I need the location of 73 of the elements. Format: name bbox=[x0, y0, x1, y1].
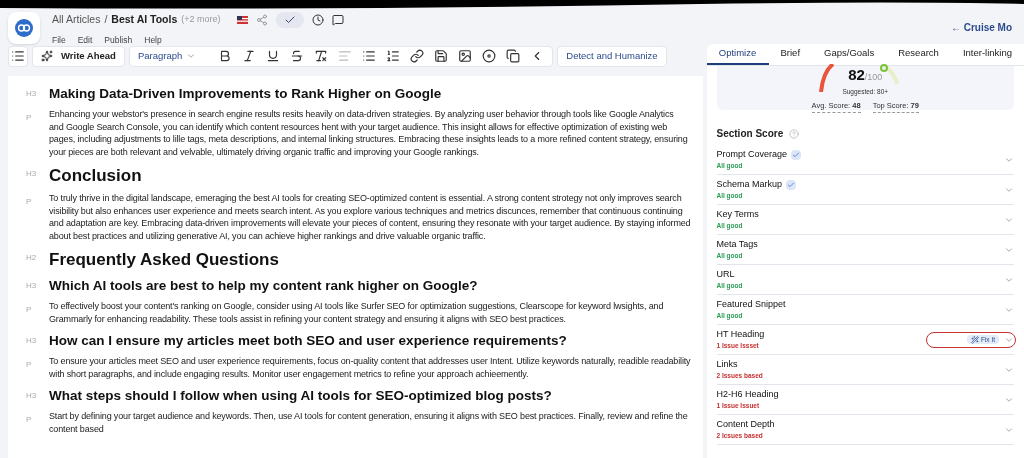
block-tag: P bbox=[8, 108, 49, 158]
write-ahead-button[interactable]: Write Ahead bbox=[32, 45, 125, 67]
strikethrough-icon[interactable] bbox=[290, 49, 305, 63]
article-title: Best AI Tools bbox=[111, 12, 178, 28]
menu-item[interactable]: File bbox=[52, 34, 66, 47]
panel-tab[interactable]: Research bbox=[886, 44, 951, 65]
section-name: H2-H6 Heading bbox=[716, 387, 779, 401]
block-tag: P bbox=[8, 192, 49, 242]
numbered-list-icon[interactable] bbox=[386, 49, 401, 63]
block-tag: H2 bbox=[8, 248, 49, 272]
panel-tab[interactable]: Gaps/Goals bbox=[812, 44, 887, 65]
heading: Making Data-Driven Improvements to Rank Higher on Google bbox=[49, 85, 443, 103]
copy-icon[interactable] bbox=[506, 49, 521, 63]
paragraph: To truly thrive in the digital landscape, emeraging the best AI tools for creating SEO-optimized content is essential. A strong content strotegy not only improves search visibility but also enhances user experience and meets search intent. As you explore various techniques and metrics discunces, remember that continuous continuing and adaptation are key. Embracing data-driven improvements will elevate your pieces of content, ensuring they resonate with your target audience. By staying informed about best practices and utilizing generative AI, you can achieve higher rankings and drive valuable organic traffic. bbox=[49, 192, 692, 242]
breadcrumb-separator: / bbox=[104, 12, 108, 28]
block-tag: P bbox=[8, 410, 49, 435]
bullet-list-icon[interactable] bbox=[362, 49, 377, 63]
history-icon[interactable] bbox=[311, 14, 324, 26]
back-link[interactable]: ← Cruise Mo bbox=[950, 20, 1012, 35]
block-tag: H3 bbox=[8, 276, 49, 296]
section-name: Key Terms bbox=[716, 207, 759, 221]
comment-icon[interactable] bbox=[331, 14, 344, 26]
paragraph: Enhancing your webstor's presence in search engine results resits heavily on data-driven strategies. By analyzing user behavior through tools like Google Analytics and Google Search Console, you can identify which content resources hent with your target audience. This insight allows for effective optimization of existing web pages, including adjustments to lille tags, meta descriptions, and internal linking structures. Embracing these insights leads to a more refined content strategy, ensuring your pieces are both relevant and velvable, ultimately driving organic traffic and improving your Google rankings. bbox=[49, 108, 689, 158]
heading: Conclusion bbox=[49, 165, 143, 187]
paragraph: Start by defining your target audience and keywords. Then, use AI tools for content generation, ensuring it aligns with SEO best practices. Finally, review and refine the content based bbox=[49, 410, 689, 435]
menu-item[interactable]: Edit bbox=[77, 34, 93, 47]
heading: Frequently Asked Questions bbox=[49, 249, 280, 271]
clear-format-icon[interactable] bbox=[314, 49, 329, 63]
app-logo[interactable] bbox=[8, 12, 40, 44]
save-icon[interactable] bbox=[434, 49, 449, 63]
link-icon[interactable] bbox=[410, 49, 425, 63]
section-name: Meta Tags bbox=[716, 237, 758, 251]
block-tag: H3 bbox=[8, 164, 49, 188]
outline-button[interactable] bbox=[8, 45, 28, 67]
panel-tab[interactable]: Brief bbox=[768, 44, 813, 65]
section-name: Content Depth bbox=[716, 417, 775, 431]
score-max: /100 bbox=[864, 72, 883, 84]
section-name: Schema Markup bbox=[716, 177, 783, 191]
section-name: URL bbox=[716, 267, 735, 281]
caret-icon bbox=[186, 51, 197, 61]
section-title: Section Score bbox=[716, 127, 784, 141]
heading: Which AI tools are best to help my content rank higher on Google? bbox=[49, 277, 479, 295]
breadcrumb-link[interactable]: All Articles bbox=[52, 12, 101, 28]
section-name: Links bbox=[716, 357, 738, 371]
image-icon[interactable] bbox=[458, 49, 473, 63]
section-name: HT Heading bbox=[716, 327, 765, 341]
block-tag: H3 bbox=[8, 386, 49, 406]
section-name: Prompt Coverage bbox=[716, 147, 788, 161]
block-type-dropdown[interactable]: Paragraph bbox=[137, 48, 209, 64]
sparkle-icon bbox=[41, 50, 53, 62]
underline-icon[interactable] bbox=[266, 49, 281, 63]
italic-icon[interactable] bbox=[242, 49, 257, 63]
logo-icon bbox=[15, 19, 33, 37]
outline-icon bbox=[11, 49, 25, 63]
paragraph: To ensure your articles meet SEO and user experience requirements, focus on-quality content that addresses user Intent. Utilize keywords naturally, readible readability with short paragraphs, and include engaging results. Monitor user engagement metrics to refine your approach achieemently. bbox=[49, 355, 692, 380]
wand-icon bbox=[970, 335, 979, 344]
block-tag: P bbox=[8, 355, 49, 380]
heading: What steps should I follow when using AI tools for SEO-optimized blog posts? bbox=[49, 387, 553, 405]
panel-tab[interactable]: Inter-linking bbox=[950, 44, 1024, 65]
block-tag: P bbox=[8, 300, 49, 325]
media-icon[interactable] bbox=[482, 49, 497, 63]
menu-item[interactable]: Help bbox=[144, 34, 162, 47]
block-tag: H3 bbox=[8, 331, 49, 351]
section-name: Featured Snippet bbox=[716, 297, 786, 311]
flag-icon[interactable] bbox=[236, 16, 248, 24]
bold-icon[interactable] bbox=[218, 49, 233, 63]
block-tag: H3 bbox=[8, 84, 49, 104]
detect-humanize-button[interactable]: Detect and Humanize bbox=[557, 45, 667, 67]
check-icon bbox=[283, 14, 296, 26]
menu-item[interactable]: Publish bbox=[104, 34, 133, 47]
paragraph: To effectively boost your content's ranking on Google, consider using AI tools like Surfer SEO for optimization suggestions, Clearscope for keyword lwsights, and Grammarly for enhancing readability. These tools assist in refining your content strategy and ensuring it aligns with SEO best practices. bbox=[49, 300, 665, 325]
heading: How can I ensure my articles meet both SEO and user experience requirements? bbox=[49, 332, 568, 350]
score-value: 82 bbox=[848, 65, 865, 85]
